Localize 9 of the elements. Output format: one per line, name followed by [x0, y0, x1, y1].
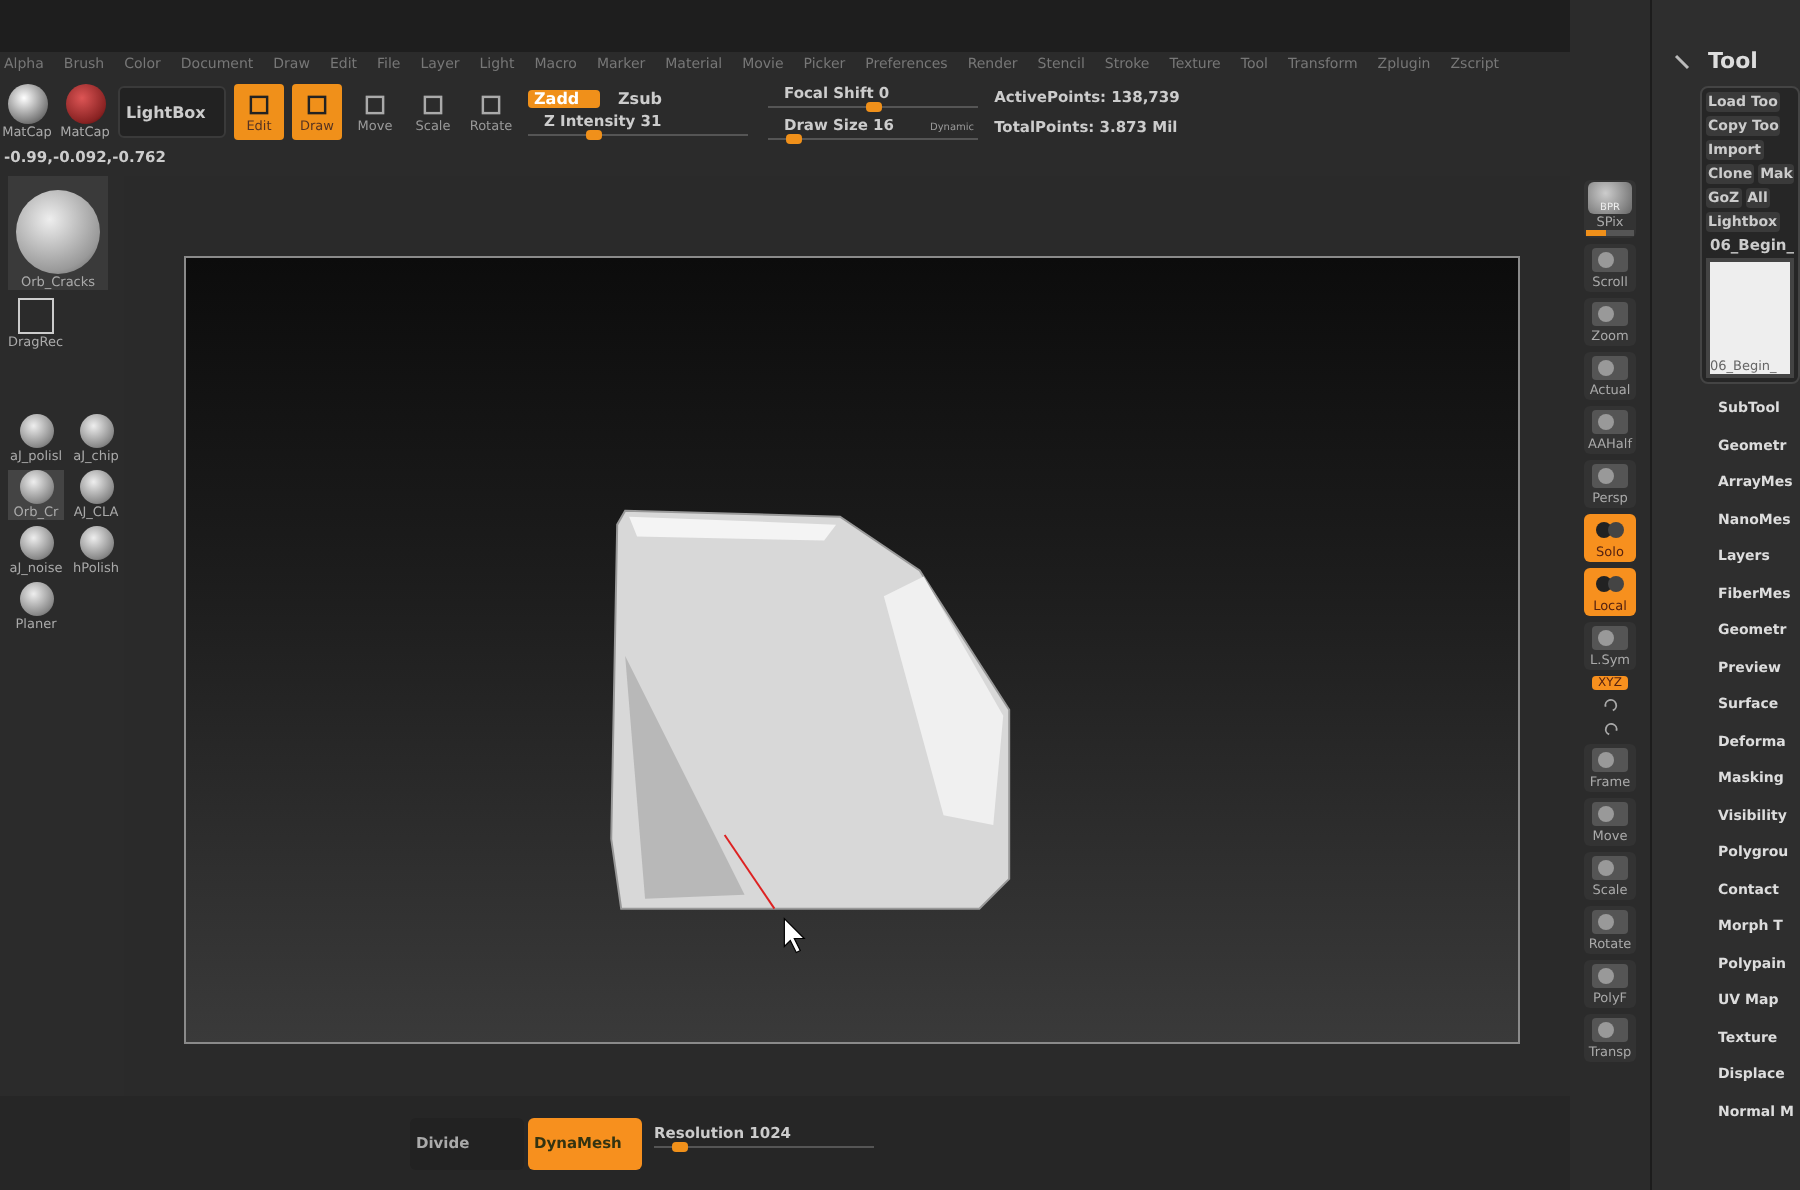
lightbox-button[interactable]: LightBox — [118, 86, 226, 138]
circles-icon — [1590, 570, 1630, 598]
collapse-icon[interactable] — [1672, 51, 1692, 71]
stroke-line — [723, 834, 776, 910]
cursor-icon — [783, 917, 806, 954]
zmode-button[interactable]: Zsub — [612, 89, 668, 107]
viewport-canvas[interactable] — [184, 256, 1520, 1044]
circles-icon — [1590, 516, 1630, 544]
panel-title: Tool — [1708, 48, 1758, 74]
